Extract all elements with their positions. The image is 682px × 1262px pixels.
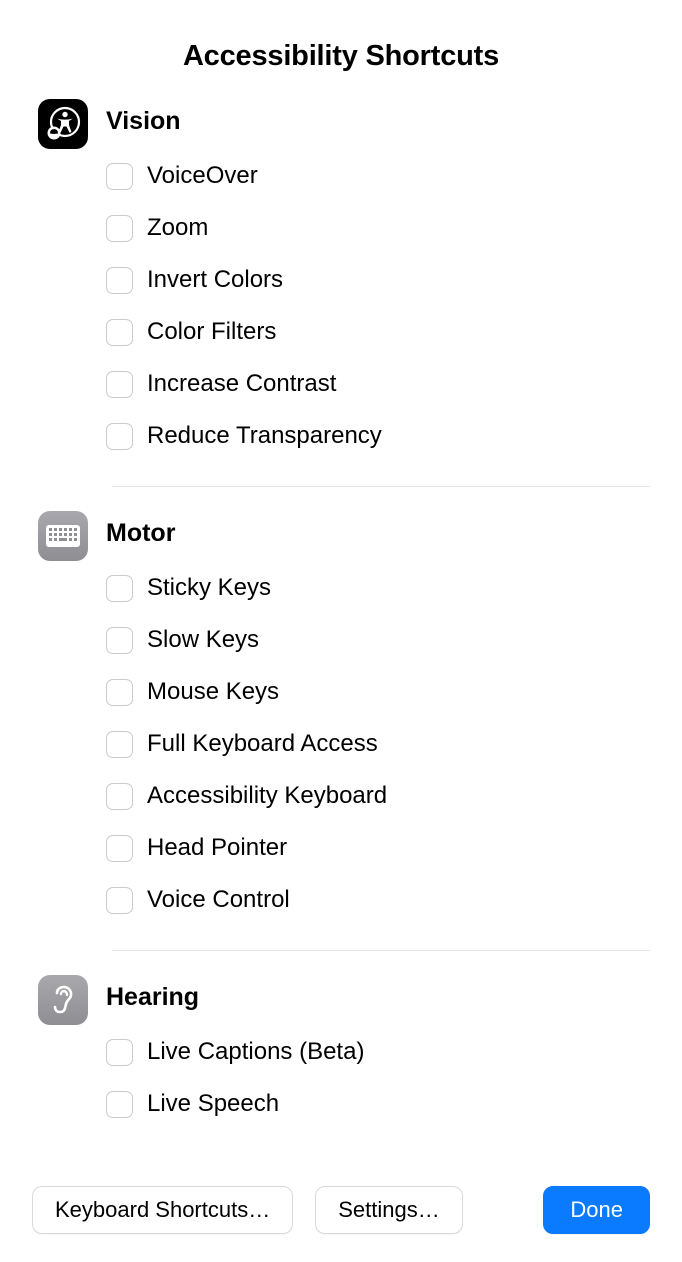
option-invert-colors: Invert Colors: [106, 254, 650, 306]
checkbox-accessibility-keyboard[interactable]: [106, 783, 133, 810]
keyboard-icon: [38, 511, 88, 561]
section-motor: Motor Sticky Keys Slow Keys Mouse Keys F…: [32, 511, 650, 926]
checkbox-voiceover[interactable]: [106, 163, 133, 190]
option-label: Color Filters: [147, 318, 276, 346]
option-label: Voice Control: [147, 886, 290, 914]
option-color-filters: Color Filters: [106, 306, 650, 358]
settings-button[interactable]: Settings…: [315, 1186, 463, 1234]
option-full-keyboard-access: Full Keyboard Access: [106, 718, 650, 770]
option-sticky-keys: Sticky Keys: [106, 562, 650, 614]
checkbox-increase-contrast[interactable]: [106, 371, 133, 398]
option-voice-control: Voice Control: [106, 874, 650, 926]
checkbox-full-keyboard-access[interactable]: [106, 731, 133, 758]
section-hearing: Hearing Live Captions (Beta) Live Speech: [32, 975, 650, 1130]
option-head-pointer: Head Pointer: [106, 822, 650, 874]
option-label: VoiceOver: [147, 162, 258, 190]
option-label: Reduce Transparency: [147, 422, 382, 450]
option-live-speech: Live Speech: [106, 1078, 650, 1130]
option-label: Invert Colors: [147, 266, 283, 294]
option-label: Head Pointer: [147, 834, 287, 862]
option-slow-keys: Slow Keys: [106, 614, 650, 666]
checkbox-slow-keys[interactable]: [106, 627, 133, 654]
option-label: Sticky Keys: [147, 574, 271, 602]
option-label: Live Captions (Beta): [147, 1038, 364, 1066]
checkbox-head-pointer[interactable]: [106, 835, 133, 862]
option-label: Slow Keys: [147, 626, 259, 654]
accessibility-icon: [38, 99, 88, 149]
checkbox-voice-control[interactable]: [106, 887, 133, 914]
option-label: Accessibility Keyboard: [147, 782, 387, 810]
checkbox-sticky-keys[interactable]: [106, 575, 133, 602]
option-label: Zoom: [147, 214, 208, 242]
option-label: Full Keyboard Access: [147, 730, 378, 758]
keyboard-shortcuts-button[interactable]: Keyboard Shortcuts…: [32, 1186, 293, 1234]
ear-icon: [38, 975, 88, 1025]
option-zoom: Zoom: [106, 202, 650, 254]
checkbox-reduce-transparency[interactable]: [106, 423, 133, 450]
option-live-captions: Live Captions (Beta): [106, 1026, 650, 1078]
footer: Keyboard Shortcuts… Settings… Done: [32, 1162, 650, 1234]
section-vision: Vision VoiceOver Zoom Invert Colors Colo…: [32, 99, 650, 462]
checkbox-zoom[interactable]: [106, 215, 133, 242]
option-label: Live Speech: [147, 1090, 279, 1118]
option-label: Increase Contrast: [147, 370, 336, 398]
section-heading-hearing: Hearing: [106, 983, 650, 1012]
checkbox-live-captions[interactable]: [106, 1039, 133, 1066]
option-reduce-transparency: Reduce Transparency: [106, 410, 650, 462]
checkbox-invert-colors[interactable]: [106, 267, 133, 294]
checkbox-live-speech[interactable]: [106, 1091, 133, 1118]
done-button[interactable]: Done: [543, 1186, 650, 1234]
checkbox-mouse-keys[interactable]: [106, 679, 133, 706]
option-increase-contrast: Increase Contrast: [106, 358, 650, 410]
page-title: Accessibility Shortcuts: [32, 40, 650, 73]
checkbox-color-filters[interactable]: [106, 319, 133, 346]
option-voiceover: VoiceOver: [106, 150, 650, 202]
option-label: Mouse Keys: [147, 678, 279, 706]
section-heading-vision: Vision: [106, 107, 650, 136]
option-mouse-keys: Mouse Keys: [106, 666, 650, 718]
divider: [112, 950, 650, 951]
section-heading-motor: Motor: [106, 519, 650, 548]
divider: [112, 486, 650, 487]
option-accessibility-keyboard: Accessibility Keyboard: [106, 770, 650, 822]
